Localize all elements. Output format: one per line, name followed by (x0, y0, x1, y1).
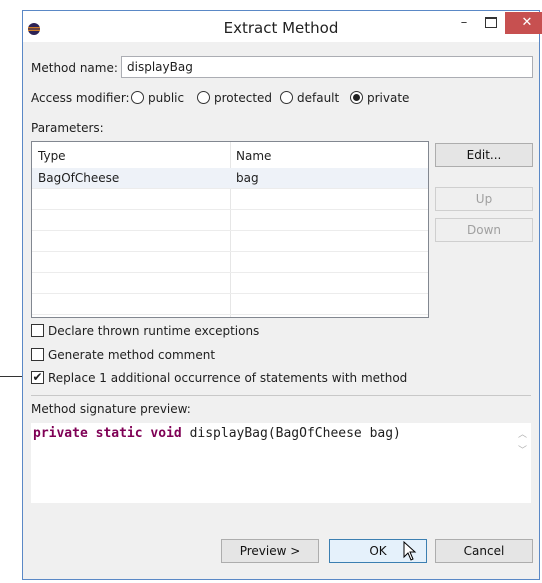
scroll-up-icon[interactable]: ︿ (518, 427, 527, 440)
down-button[interactable]: Down (435, 218, 533, 242)
dialog-title: Extract Method (223, 19, 339, 37)
table-row[interactable]: BagOfCheese bag (32, 168, 428, 189)
parameters-label: Parameters: (31, 121, 104, 135)
radio-private[interactable] (350, 91, 363, 104)
extract-method-dialog: Extract Method – ✕ Method name: displayB… (22, 10, 542, 580)
close-button[interactable]: ✕ (505, 12, 542, 34)
radio-protected[interactable] (197, 91, 210, 104)
radio-default[interactable] (280, 91, 293, 104)
cell-name: bag (236, 171, 259, 185)
edit-button[interactable]: Edit... (435, 143, 533, 167)
cell-type: BagOfCheese (38, 171, 120, 185)
declare-exceptions-label: Declare thrown runtime exceptions (48, 324, 260, 338)
title-bar: Extract Method – ✕ (23, 11, 542, 42)
cancel-button[interactable]: Cancel (435, 539, 533, 563)
separator (31, 395, 531, 396)
signature-preview-box: private static void displayBag(BagOfChee… (31, 423, 531, 503)
table-row-empty (32, 273, 428, 294)
access-modifier-label: Access modifier: (31, 91, 130, 105)
radio-default-label: default (297, 91, 340, 105)
radio-protected-label: protected (214, 91, 273, 105)
signature-text: private static void displayBag(BagOfChee… (33, 426, 401, 441)
scroll-down-icon[interactable]: ﹀ (518, 443, 527, 456)
signature-keyword: void (150, 426, 182, 441)
maximize-button[interactable] (477, 12, 505, 34)
preview-button[interactable]: Preview > (221, 539, 319, 563)
radio-public-label: public (148, 91, 185, 105)
minimize-button[interactable]: – (451, 12, 477, 34)
callout-line (0, 376, 22, 377)
generate-comment-label: Generate method comment (48, 348, 216, 362)
table-row-empty (32, 294, 428, 315)
declare-exceptions-checkbox[interactable] (31, 324, 44, 337)
eclipse-icon (28, 23, 40, 35)
signature-rest: displayBag(BagOfCheese bag) (189, 426, 401, 441)
generate-comment-checkbox[interactable] (31, 348, 44, 361)
signature-preview-label: Method signature preview: (31, 402, 191, 416)
maximize-icon (485, 17, 497, 28)
column-header-type[interactable]: Type (38, 149, 66, 163)
replace-occurrences-checkbox[interactable]: ✔ (31, 371, 44, 384)
replace-occurrences-label: Replace 1 additional occurrence of state… (48, 371, 408, 385)
column-header-name[interactable]: Name (236, 149, 271, 163)
mouse-cursor-icon (403, 541, 417, 561)
method-name-label: Method name: (31, 61, 118, 75)
radio-public[interactable] (131, 91, 144, 104)
method-name-input[interactable]: displayBag (121, 56, 533, 78)
up-button[interactable]: Up (435, 187, 533, 211)
radio-private-label: private (367, 91, 410, 105)
parameters-table[interactable]: Type Name BagOfCheese bag (31, 141, 429, 318)
table-row-empty (32, 231, 428, 252)
table-row-empty (32, 252, 428, 273)
signature-keyword: private (33, 426, 88, 441)
table-row-empty (32, 189, 428, 210)
table-row-empty (32, 210, 428, 231)
signature-keyword: static (95, 426, 143, 441)
